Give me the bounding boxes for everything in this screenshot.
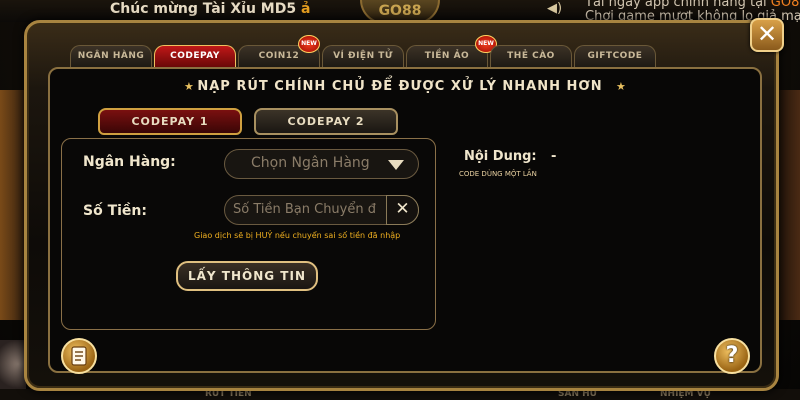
headline: NẠP RÚT CHÍNH CHỦ ĐỂ ĐƯỢC XỬ LÝ NHANH HƠ… <box>197 79 603 94</box>
bank-label: Ngân Hàng: <box>83 154 176 170</box>
tab-giftcode[interactable]: GIFTCODE <box>574 45 656 67</box>
tab-e-wallet[interactable]: VÍ ĐIỆN TỬ <box>322 45 404 67</box>
content-label: Nội Dung: <box>464 149 537 164</box>
new-badge: NEW <box>298 35 320 53</box>
question-icon: ? <box>725 343 739 368</box>
help-button[interactable]: ? <box>714 338 750 374</box>
speaker-icon[interactable]: ◀) <box>547 1 562 16</box>
get-info-button[interactable]: LẤY THÔNG TIN <box>176 261 318 291</box>
game-screen: Chúc mừng Tài Xỉu MD5 ả GO88 ◀) Tải ngay… <box>0 0 800 400</box>
amount-label: Số Tiền: <box>83 203 147 219</box>
bank-select-value: Chọn Ngân Hàng <box>251 155 370 171</box>
chevron-down-icon <box>388 160 404 170</box>
close-icon: ✕ <box>395 199 410 219</box>
tab-bank[interactable]: NGÂN HÀNG <box>70 45 152 67</box>
payment-tabs: NGÂN HÀNG CODEPAY COIN12 NEW VÍ ĐIỆN TỬ … <box>70 35 656 67</box>
content-value: - <box>551 149 557 164</box>
content-note: CODE DÙNG MỘT LẦN <box>459 170 537 178</box>
clear-amount-button[interactable]: ✕ <box>386 195 419 225</box>
bank-select[interactable]: Chọn Ngân Hàng <box>224 149 419 179</box>
history-button[interactable] <box>61 338 97 374</box>
document-icon <box>71 346 87 366</box>
amount-placeholder: Số Tiền Bạn Chuyển đ <box>233 202 376 217</box>
marquee-text: Chúc mừng Tài Xỉu MD5 ả <box>110 1 311 17</box>
tab-scratch-card[interactable]: THẺ CÀO <box>490 45 572 67</box>
subtab-codepay-2[interactable]: CODEPAY 2 <box>254 108 398 135</box>
star-icon: ★ <box>616 80 626 93</box>
amount-warning: Giao dịch sẽ bị HUỶ nếu chuyển sai số ti… <box>194 231 401 240</box>
close-button[interactable]: ✕ <box>750 18 784 52</box>
background-left-art <box>0 90 24 320</box>
subtab-codepay-1[interactable]: CODEPAY 1 <box>98 108 242 135</box>
tab-codepay[interactable]: CODEPAY <box>154 45 236 67</box>
close-icon: ✕ <box>756 20 778 48</box>
